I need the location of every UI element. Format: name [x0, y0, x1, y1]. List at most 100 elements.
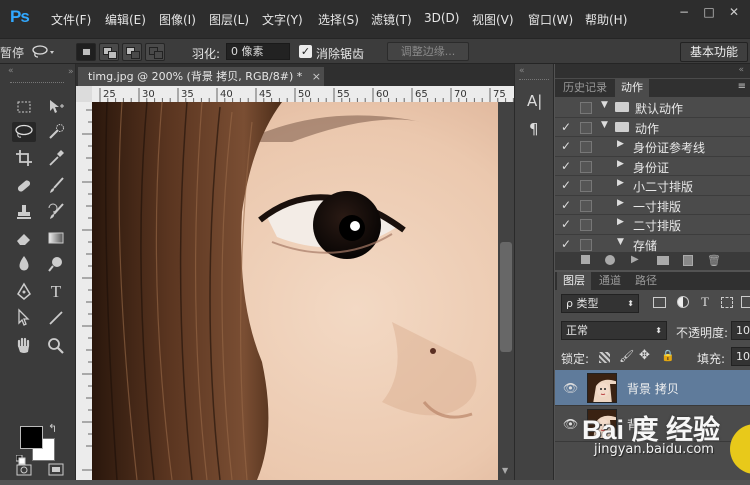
zoom-tool-icon[interactable] — [46, 336, 66, 356]
type-filter-icon[interactable]: T — [701, 294, 709, 310]
hand-tool-icon[interactable] — [14, 336, 34, 356]
menu-view[interactable]: 视图(V) — [472, 11, 514, 28]
new-action-icon[interactable] — [683, 255, 693, 266]
opacity-input[interactable]: 100 — [731, 321, 750, 340]
collapse-toolbox-icon[interactable]: « — [8, 66, 14, 76]
action-enabled-check-icon[interactable]: ✓ — [561, 139, 571, 153]
action-enabled-check-icon[interactable]: ✓ — [561, 120, 571, 134]
collapsed-triangle-icon[interactable]: ▶ — [617, 217, 624, 227]
menu-type[interactable]: 文字(Y) — [262, 11, 303, 28]
vertical-scrollbar[interactable]: ▼ — [498, 102, 514, 480]
lock-position-icon[interactable]: ✥ — [639, 348, 650, 363]
character-panel-icon[interactable]: A| — [527, 92, 542, 110]
minimize-icon[interactable]: − — [672, 4, 696, 20]
dialog-toggle-icon[interactable] — [580, 219, 592, 231]
tab-paths[interactable]: 路径 — [629, 272, 663, 290]
new-selection-button[interactable] — [76, 43, 96, 61]
expanded-triangle-icon[interactable]: ▼ — [601, 120, 608, 130]
layer-visibility-eye-icon[interactable]: 👁 — [563, 381, 578, 395]
menu-image[interactable]: 图像(I) — [159, 11, 196, 28]
collapsed-triangle-icon[interactable]: ▶ — [617, 178, 624, 188]
action-enabled-check-icon[interactable]: ✓ — [561, 237, 571, 251]
smart-filter-icon[interactable] — [741, 296, 750, 308]
menu-filter[interactable]: 滤镜(T) — [371, 11, 412, 28]
eyedropper-tool-icon[interactable] — [46, 148, 66, 168]
lock-all-icon[interactable]: 🔒 — [661, 349, 675, 362]
action-enabled-check-icon[interactable]: ✓ — [561, 178, 571, 192]
document-canvas[interactable] — [92, 102, 498, 480]
close-document-icon[interactable]: × — [312, 70, 321, 83]
menu-layer[interactable]: 图层(L) — [209, 11, 249, 28]
delete-icon[interactable]: 🗑 — [707, 254, 721, 267]
action-row[interactable]: ▼ 默认动作 — [555, 98, 750, 118]
stop-icon[interactable] — [581, 255, 590, 264]
gradient-tool-icon[interactable] — [46, 228, 66, 248]
adjustment-filter-icon[interactable] — [677, 296, 689, 308]
screen-mode-icon[interactable] — [46, 460, 66, 480]
refine-edge-button[interactable]: 调整边缘... — [387, 42, 469, 61]
tab-layers[interactable]: 图层 — [557, 272, 591, 290]
menu-file[interactable]: 文件(F) — [51, 11, 91, 28]
pen-tool-icon[interactable] — [14, 282, 34, 302]
panel-menu-icon[interactable]: ≡ — [738, 81, 746, 92]
collapsed-triangle-icon[interactable]: ▶ — [617, 198, 624, 208]
action-enabled-check-icon[interactable]: ✓ — [561, 217, 571, 231]
action-row[interactable]: ✓ ▶ 一寸排版 — [555, 196, 750, 215]
new-set-icon[interactable] — [657, 256, 669, 265]
action-row[interactable]: ✓ ▼ 动作 — [555, 118, 750, 137]
type-tool-icon[interactable]: T — [46, 282, 66, 302]
lasso-tool-preset-icon[interactable] — [30, 44, 56, 60]
path-selection-tool-icon[interactable] — [14, 308, 34, 328]
blend-mode-select[interactable]: 正常 ⬍ — [561, 321, 667, 340]
expanded-triangle-icon[interactable]: ▼ — [601, 100, 608, 110]
quick-selection-tool-icon[interactable] — [46, 122, 66, 142]
dialog-toggle-icon[interactable] — [580, 121, 592, 134]
scrollbar-thumb[interactable] — [500, 242, 512, 352]
lock-transparent-icon[interactable] — [599, 352, 610, 363]
workspace-switcher[interactable]: 基本功能 — [680, 42, 748, 62]
dialog-toggle-icon[interactable] — [580, 160, 592, 173]
maximize-icon[interactable]: □ — [697, 4, 721, 20]
add-selection-button[interactable] — [99, 43, 119, 61]
menu-window[interactable]: 窗口(W) — [528, 11, 573, 28]
move-tool-icon[interactable] — [46, 97, 66, 117]
lock-pixels-icon[interactable]: 🖌 — [619, 349, 634, 363]
expand-dock-icon[interactable]: « — [519, 66, 525, 76]
shape-filter-icon[interactable] — [721, 297, 733, 308]
expanded-triangle-icon[interactable]: ▼ — [617, 237, 624, 247]
tab-channels[interactable]: 通道 — [593, 272, 627, 290]
dodge-tool-icon[interactable] — [46, 254, 66, 274]
fill-input[interactable]: 100 — [731, 347, 750, 366]
collapse-panel-icon[interactable]: » — [68, 67, 74, 77]
dialog-toggle-icon[interactable] — [580, 238, 592, 251]
action-row[interactable]: ✓ ▶ 身份证 — [555, 157, 750, 176]
play-icon[interactable]: ▶ — [631, 254, 639, 265]
paragraph-panel-icon[interactable]: ¶ — [529, 120, 539, 138]
spot-healing-tool-icon[interactable] — [14, 176, 34, 196]
blur-tool-icon[interactable] — [14, 254, 34, 274]
antialias-checkbox[interactable]: ✓ — [299, 45, 312, 58]
dialog-toggle-icon[interactable] — [580, 180, 592, 192]
layer-filter-select[interactable]: ρ 类型 ⬍ — [561, 294, 639, 313]
feather-input[interactable]: 0 像素 — [226, 43, 290, 60]
action-row[interactable]: ✓ ▶ 小二寸排版 — [555, 176, 750, 196]
foreground-color-swatch[interactable] — [20, 426, 43, 449]
close-window-icon[interactable]: ✕ — [722, 4, 746, 20]
lasso-tool-icon[interactable] — [12, 122, 36, 142]
action-row[interactable]: ✓ ▶ 身份证参考线 — [555, 137, 750, 157]
collapsed-triangle-icon[interactable]: ▶ — [617, 159, 624, 169]
subtract-selection-button[interactable] — [122, 43, 142, 61]
layer-row-background-copy[interactable]: 👁 背景 拷贝 — [555, 370, 750, 406]
menu-3d[interactable]: 3D(D) — [424, 11, 459, 25]
dialog-toggle-icon[interactable] — [580, 102, 592, 114]
brush-tool-icon[interactable] — [46, 176, 66, 196]
scroll-down-icon[interactable]: ▼ — [502, 466, 508, 475]
quick-mask-icon[interactable] — [14, 460, 34, 480]
history-brush-tool-icon[interactable] — [46, 202, 66, 222]
dialog-toggle-icon[interactable] — [580, 141, 592, 153]
crop-tool-icon[interactable] — [14, 148, 34, 168]
tab-history[interactable]: 历史记录 — [557, 79, 613, 97]
menu-edit[interactable]: 编辑(E) — [105, 11, 146, 28]
layer-name[interactable]: 背景 拷贝 — [627, 380, 679, 397]
menu-select[interactable]: 选择(S) — [318, 11, 359, 28]
